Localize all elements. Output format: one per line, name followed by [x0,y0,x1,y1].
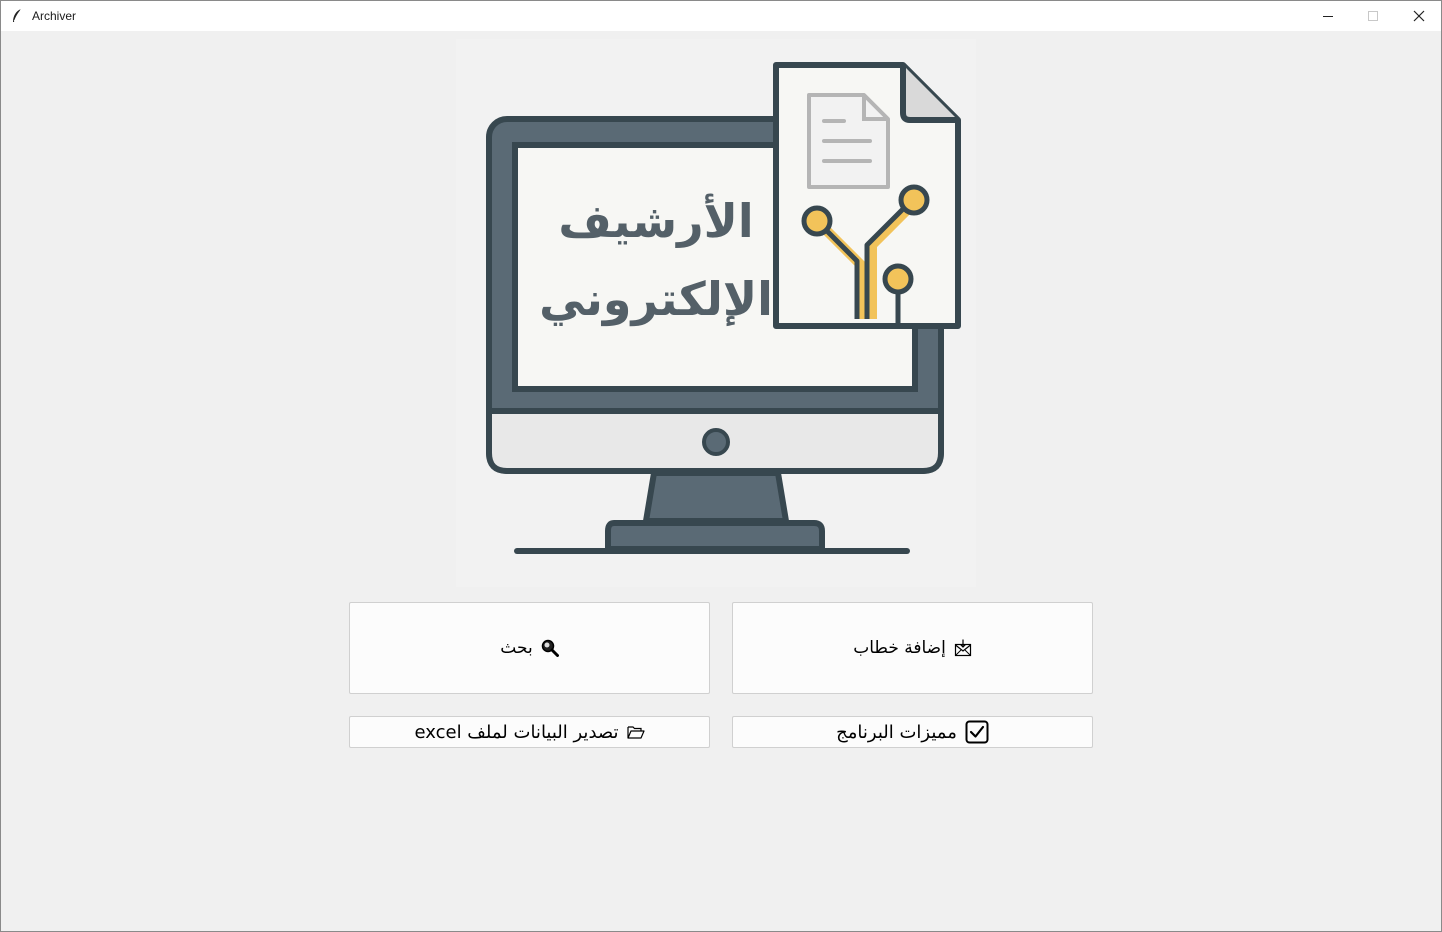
close-icon [1413,10,1425,22]
add-letter-button[interactable]: إضافة خطاب [732,602,1093,694]
features-button[interactable]: مميزات البرنامج [732,716,1093,748]
minimize-icon [1323,16,1333,17]
envelope-icon [954,639,972,657]
search-label: بحث [500,638,533,658]
app-window: Archiver الأرشيف الإلكتروني إضافة خطاب ب… [0,0,1442,932]
hero-illustration: الأرشيف الإلكتروني [456,39,976,587]
title-bar[interactable]: Archiver [1,1,1441,31]
hero-title-line2: الإلكتروني [539,272,773,326]
magnifier-icon [541,639,559,657]
maximize-button[interactable] [1350,1,1396,31]
hero-title-line1: الأرشيف [558,193,753,248]
window-title: Archiver [32,9,77,23]
minimize-button[interactable] [1305,1,1351,31]
folder-icon [626,724,645,740]
search-button[interactable]: بحث [349,602,710,694]
checkbox-icon [965,720,989,744]
features-label: مميزات البرنامج [836,721,957,743]
close-button[interactable] [1396,1,1441,31]
document-icon [773,62,961,329]
add-letter-label: إضافة خطاب [853,638,946,658]
feather-icon [11,8,23,24]
export-excel-button[interactable]: تصدير البيانات لملف excel [349,716,710,748]
maximize-icon [1368,11,1378,21]
export-excel-label: تصدير البيانات لملف excel [414,721,619,743]
